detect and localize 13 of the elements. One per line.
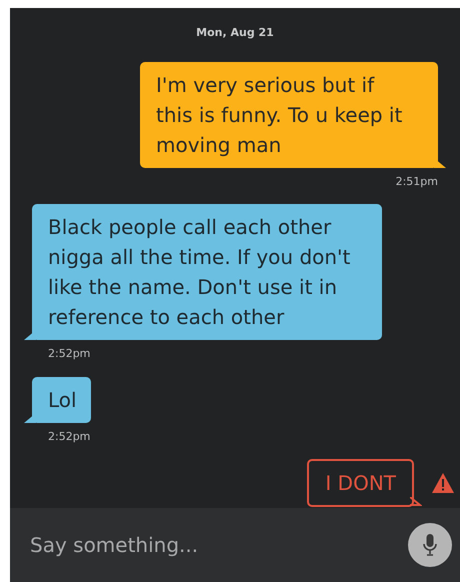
message-bubble: I'm very serious but if this is funny. To u keep it moving man [140, 62, 438, 168]
date-header: Mon, Aug 21 [196, 25, 274, 41]
message-time: 2:52pm [48, 346, 90, 362]
message-field[interactable]: Say something... [10, 508, 460, 582]
microphone-icon [423, 534, 437, 556]
message-bubble: Lol [32, 376, 91, 422]
message-time: 2:51pm [396, 174, 438, 190]
message-bubble: I DONT [307, 459, 414, 507]
bubble-tail-icon [24, 330, 36, 340]
warning-icon[interactable] [432, 473, 454, 493]
bubble-tail-icon [410, 497, 422, 507]
message-bubble: Black people call each other nigga all the time. If you don't like the name. Don't use it in reference to each other [32, 204, 382, 340]
message-time: 2:52pm [48, 428, 90, 444]
